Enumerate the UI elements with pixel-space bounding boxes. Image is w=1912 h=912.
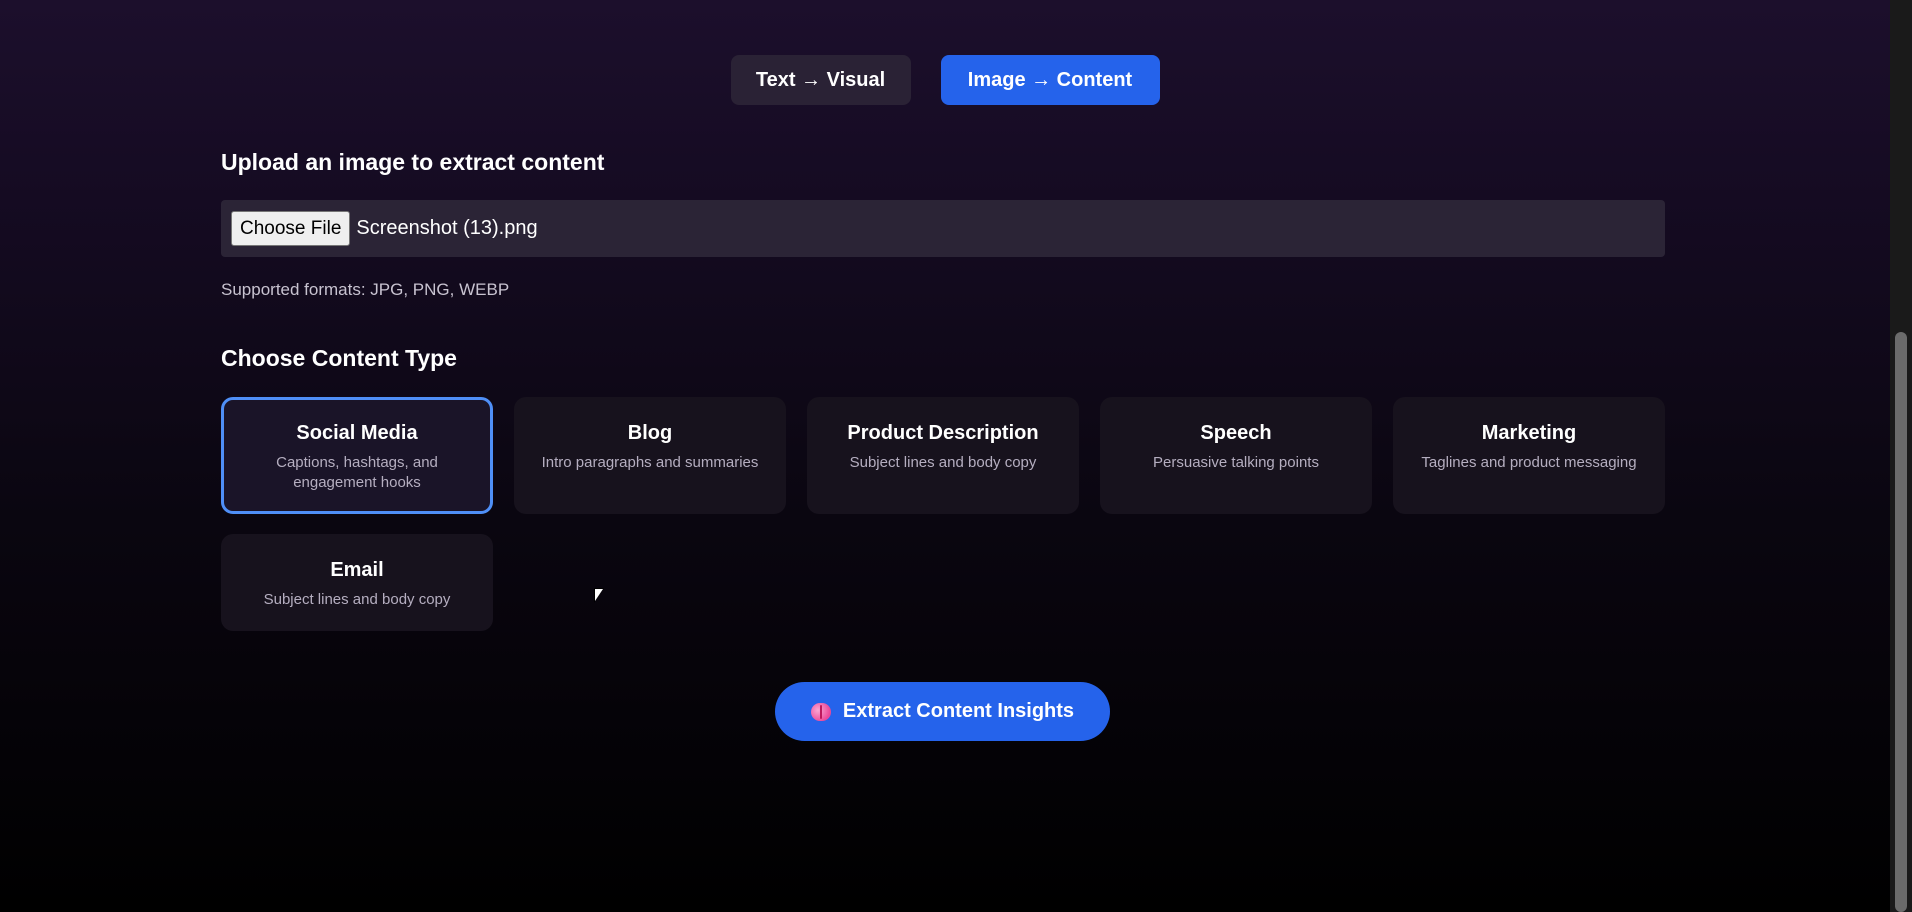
- card-email[interactable]: Email Subject lines and body copy: [221, 534, 493, 631]
- card-description: Intro paragraphs and summaries: [541, 454, 759, 471]
- card-title: Social Media: [296, 422, 418, 444]
- card-description: Persuasive talking points: [1153, 454, 1319, 471]
- card-social-media[interactable]: Social Media Captions, hashtags, and eng…: [221, 397, 493, 514]
- scrollbar-thumb[interactable]: [1895, 332, 1907, 912]
- card-title: Email: [330, 559, 384, 581]
- extract-button-label: Extract Content Insights: [842, 700, 1075, 722]
- card-product-description[interactable]: Product Description Subject lines and bo…: [807, 397, 1079, 514]
- card-description: Subject lines and body copy: [263, 591, 451, 608]
- card-title: Blog: [627, 422, 673, 444]
- extract-content-button[interactable]: Extract Content Insights: [775, 682, 1110, 741]
- card-marketing[interactable]: Marketing Taglines and product messaging: [1393, 397, 1665, 514]
- tab-text-to-visual[interactable]: Text → Visual: [730, 55, 911, 105]
- card-blog[interactable]: Blog Intro paragraphs and summaries: [514, 397, 786, 514]
- supported-formats-note: Supported formats: JPG, PNG, WEBP: [221, 280, 510, 299]
- card-title: Speech: [1200, 422, 1272, 444]
- brain-icon: [810, 702, 831, 721]
- card-description: Subject lines and body copy: [849, 454, 1037, 471]
- file-input[interactable]: Choose File Screenshot (13).png: [221, 200, 1665, 257]
- card-description: Captions, hashtags, and engagement hooks: [276, 454, 438, 491]
- mode-tabs: Text → Visual Image → Content: [0, 55, 1890, 105]
- content-type-heading: Choose Content Type: [221, 345, 457, 371]
- vertical-scrollbar[interactable]: [1890, 0, 1912, 912]
- card-description: Taglines and product messaging: [1421, 454, 1637, 471]
- upload-heading: Upload an image to extract content: [221, 149, 605, 175]
- choose-file-button[interactable]: Choose File: [231, 211, 351, 246]
- card-speech[interactable]: Speech Persuasive talking points: [1100, 397, 1372, 514]
- card-title: Product Description: [847, 422, 1039, 444]
- mouse-cursor-icon: [594, 588, 604, 603]
- card-title: Marketing: [1481, 422, 1577, 444]
- selected-file-name: Screenshot (13).png: [356, 217, 538, 239]
- tab-image-to-content[interactable]: Image → Content: [940, 55, 1160, 105]
